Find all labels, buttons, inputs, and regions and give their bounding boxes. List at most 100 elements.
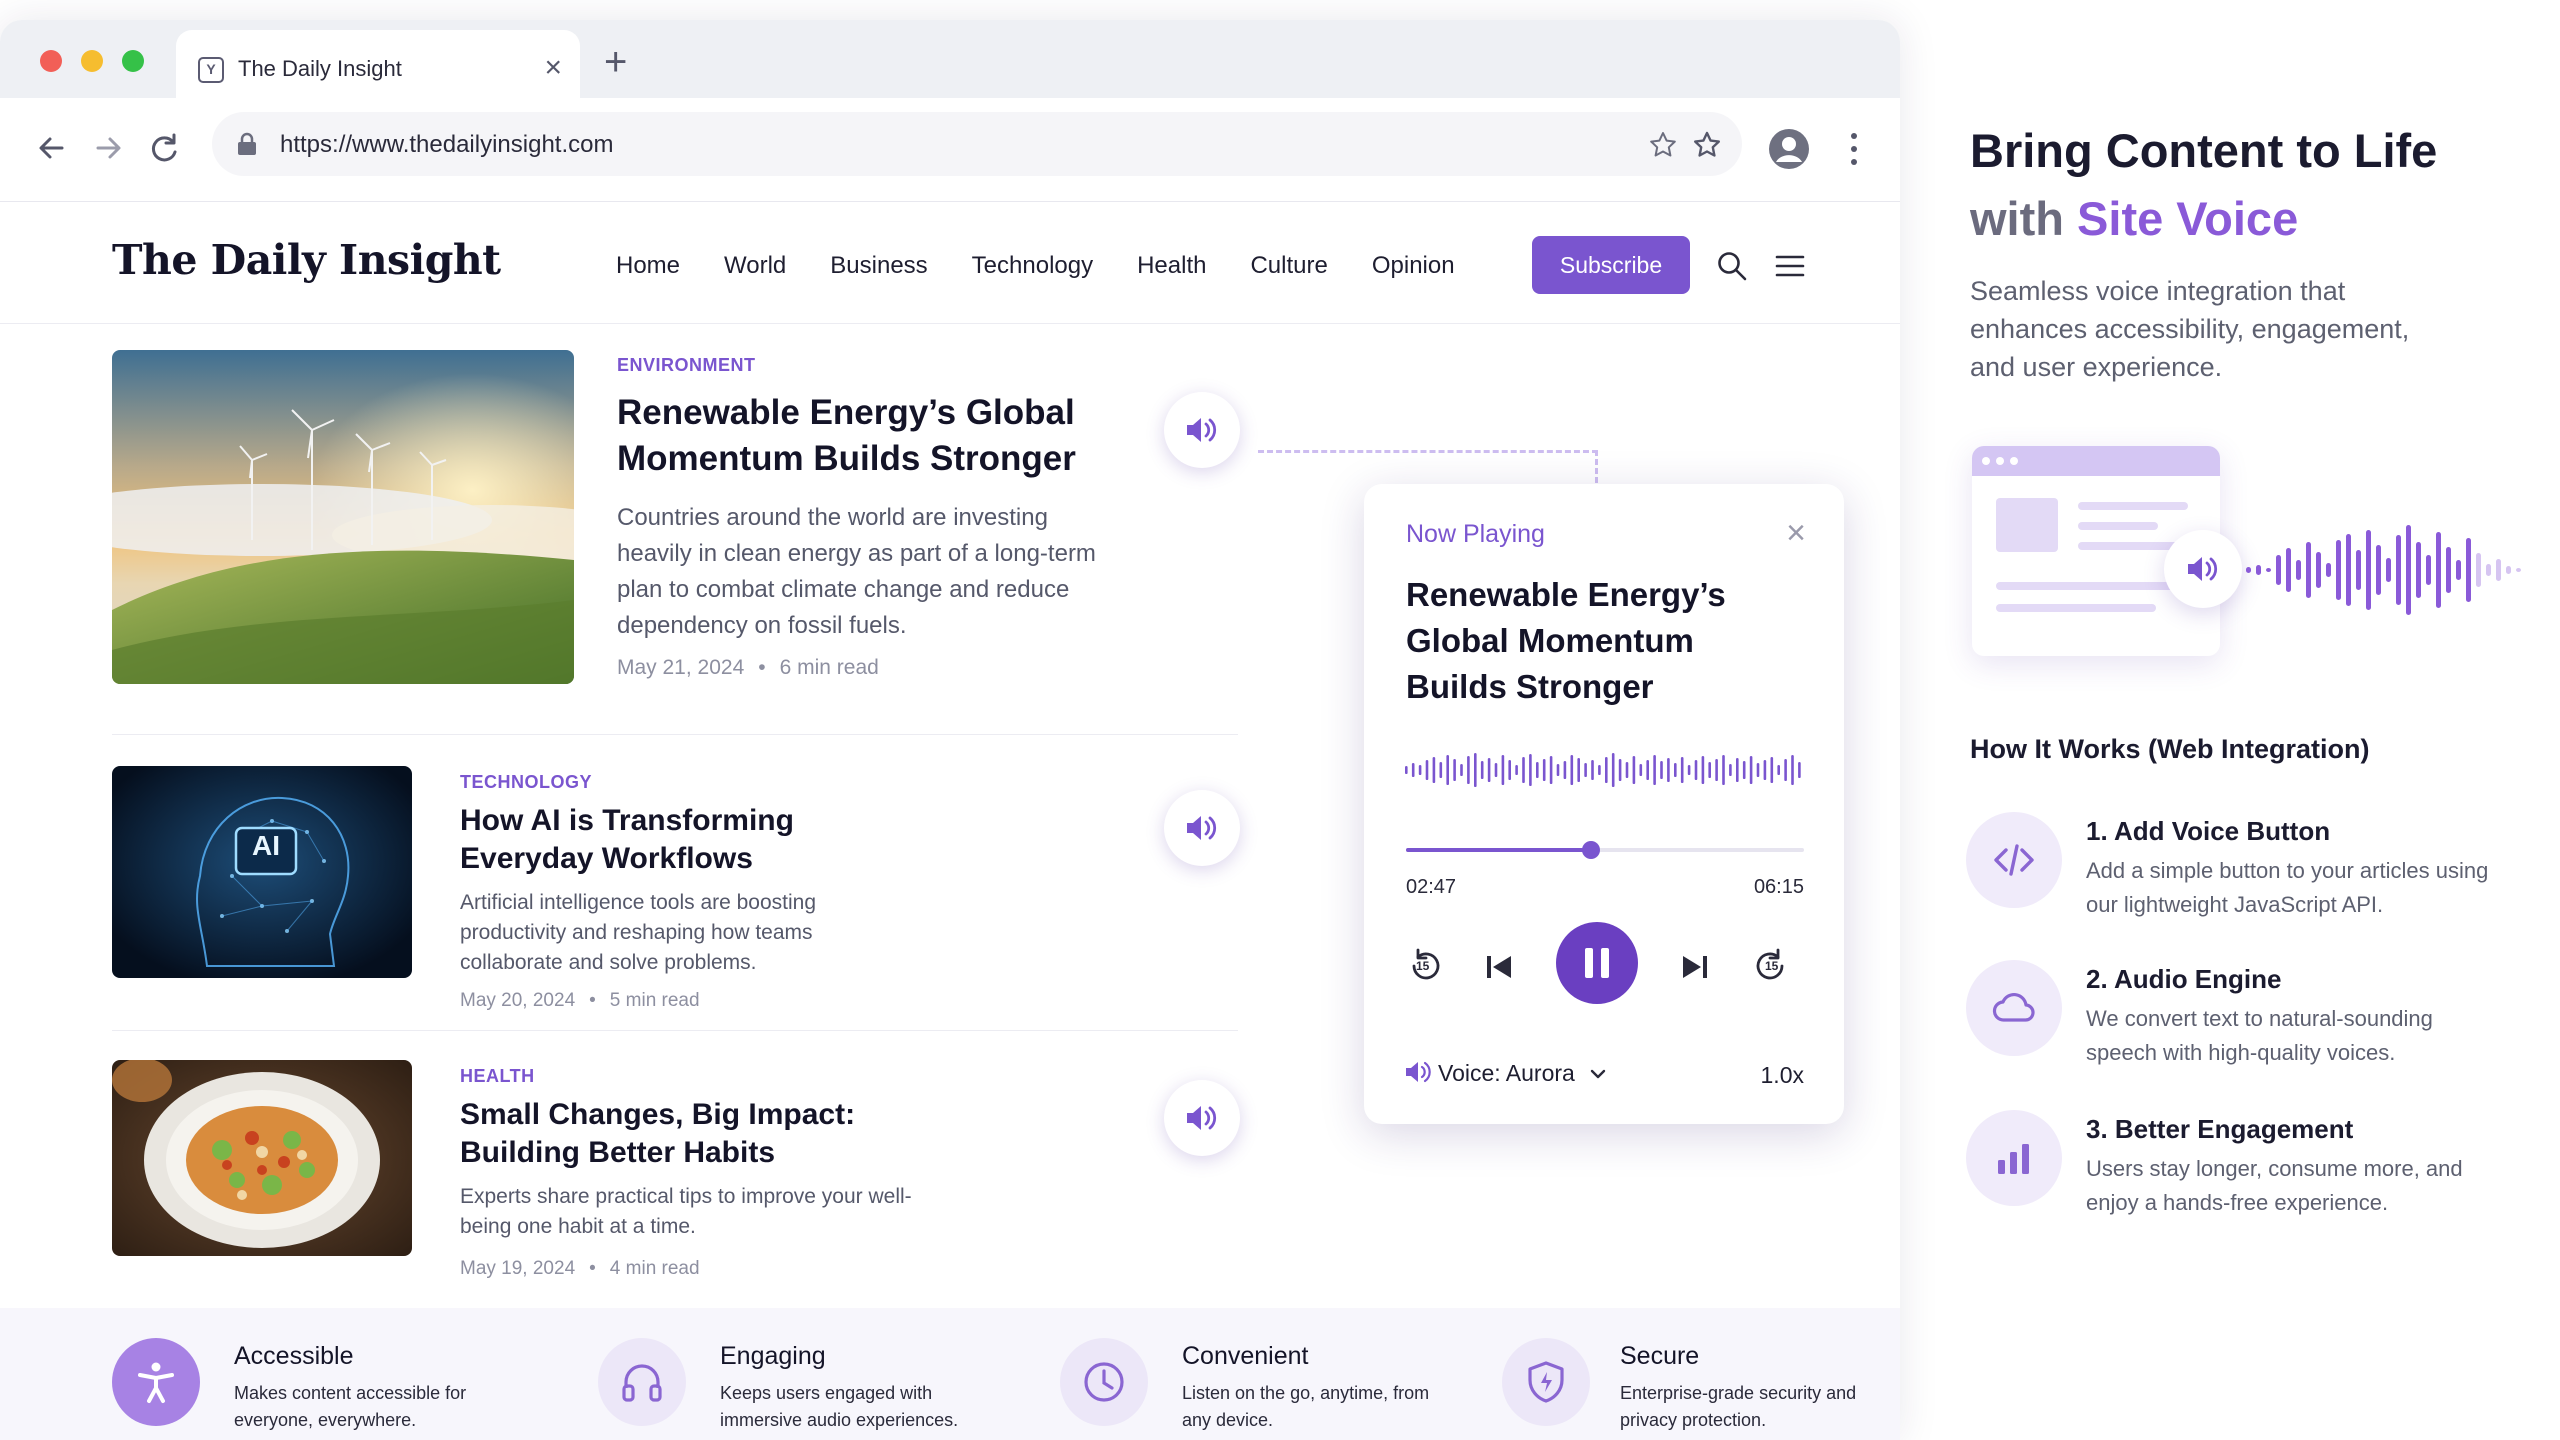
waveform-bar: [2246, 567, 2251, 573]
panel-heading-line2: with Site Voice: [1970, 190, 2298, 248]
waveform-bar: [1508, 760, 1511, 780]
nav-business[interactable]: Business: [830, 252, 927, 280]
progress-slider[interactable]: [1406, 841, 1804, 859]
lock-icon: [238, 132, 256, 155]
waveform-bar: [1501, 755, 1505, 785]
waveform-bar: [1425, 760, 1429, 780]
listen-button[interactable]: [1164, 790, 1240, 866]
nav-culture[interactable]: Culture: [1250, 252, 1327, 280]
article-title[interactable]: Renewable Energy’s Global Momentum Build…: [617, 390, 1137, 482]
search-icon[interactable]: [1716, 250, 1748, 282]
waveform-bar: [1418, 765, 1422, 775]
back-arrow-icon[interactable]: [32, 128, 72, 168]
nav-world[interactable]: World: [724, 252, 786, 280]
pause-button[interactable]: [1556, 922, 1638, 1004]
hamburger-menu-icon[interactable]: [1774, 250, 1806, 282]
waveform-bar: [1446, 755, 1449, 785]
nav-home[interactable]: Home: [616, 252, 680, 280]
accessibility-icon: [112, 1338, 200, 1426]
bookmark-star-icon[interactable]: [1692, 130, 1722, 160]
progress-handle[interactable]: [1582, 841, 1601, 859]
waveform-bar: [2326, 563, 2331, 577]
waveform-bar: [1680, 757, 1684, 783]
chevron-down-icon: [1591, 1069, 1606, 1079]
waveform-bar: [2446, 547, 2451, 593]
waveform-bar: [2256, 565, 2261, 575]
panel-heading: Bring Content to Life: [1970, 124, 2438, 177]
features-strip: Accessible Makes content accessible for …: [0, 1308, 1900, 1440]
article-read-time: 5 min read: [609, 990, 700, 1011]
address-bar[interactable]: https://www.thedailyinsight.com: [212, 112, 1742, 176]
article-title[interactable]: Small Changes, Big Impact: Building Bett…: [460, 1096, 980, 1172]
waveform-bar: [1494, 763, 1498, 777]
waveform-bar: [1542, 759, 1546, 781]
previous-track-icon[interactable]: [1484, 952, 1514, 982]
article-image-ai[interactable]: AI: [112, 766, 412, 978]
article-title[interactable]: How AI is Transforming Everyday Workflow…: [460, 802, 980, 878]
waveform-bar: [1798, 762, 1801, 778]
subscribe-button[interactable]: Subscribe: [1532, 236, 1690, 294]
shield-icon: [1502, 1338, 1590, 1426]
rewind-15-button[interactable]: 15: [1404, 944, 1448, 988]
current-time: 02:47: [1406, 876, 1457, 898]
new-tab-icon[interactable]: +: [604, 42, 627, 82]
waveform-bar: [2456, 560, 2461, 580]
feature-title: Accessible: [234, 1342, 354, 1370]
feature-title: Convenient: [1182, 1342, 1309, 1370]
waveform-bar: [2366, 530, 2371, 610]
step-title: 1. Add Voice Button: [2086, 816, 2331, 846]
waveform-bar: [1411, 763, 1415, 777]
waveform-bar: [1653, 755, 1656, 785]
salad-bowl-photo: [112, 1060, 412, 1256]
nav-technology[interactable]: Technology: [972, 252, 1093, 280]
waveform-bar: [1584, 763, 1587, 777]
tab-close-icon[interactable]: ×: [544, 50, 562, 86]
browser-menu-icon[interactable]: [1848, 130, 1860, 168]
article-category[interactable]: HEALTH: [460, 1066, 535, 1087]
waveform-bar: [2406, 525, 2411, 615]
waveform-bar: [1453, 759, 1456, 781]
voice-selector[interactable]: Voice: Aurora: [1404, 1060, 1607, 1087]
step-title: 2. Audio Engine: [2086, 964, 2282, 994]
playback-speed[interactable]: 1.0x: [1761, 1062, 1804, 1089]
waveform-bar: [1729, 764, 1732, 776]
step-title: 3. Better Engagement: [2086, 1114, 2354, 1144]
waveform-bar: [1667, 758, 1670, 782]
window-minimize-dot[interactable]: [81, 50, 103, 72]
tab-title: The Daily Insight: [238, 56, 402, 81]
how-it-works-title: How It Works (Web Integration): [1970, 734, 2370, 764]
nav-health[interactable]: Health: [1137, 252, 1206, 280]
waveform-bar: [2496, 559, 2501, 581]
profile-avatar-icon[interactable]: [1768, 128, 1810, 170]
article-date: May 21, 2024: [617, 656, 745, 679]
voice-name: Voice: Aurora: [1438, 1060, 1575, 1086]
article-image-wind-turbines[interactable]: [112, 350, 574, 684]
star-outline-icon[interactable]: [1648, 130, 1678, 160]
article-title-line: Renewable Energy’s Global: [617, 393, 1075, 432]
listen-button[interactable]: [1164, 1080, 1240, 1156]
waveform-bar: [1474, 753, 1477, 787]
forward-arrow-icon[interactable]: [88, 128, 128, 168]
waveform-bar: [1405, 766, 1408, 774]
waveform-bar: [1460, 764, 1463, 776]
illustration-waveform: [2246, 525, 2521, 615]
article-category[interactable]: TECHNOLOGY: [460, 772, 592, 793]
site-logo[interactable]: The Daily Insight: [112, 236, 501, 284]
nav-opinion[interactable]: Opinion: [1372, 252, 1455, 280]
window-close-dot[interactable]: [40, 50, 62, 72]
speaker-icon: [1187, 418, 1217, 442]
waveform-bar: [1570, 755, 1574, 785]
reload-icon[interactable]: [144, 128, 184, 168]
listen-button[interactable]: [1164, 392, 1240, 468]
window-maximize-dot[interactable]: [122, 50, 144, 72]
next-track-icon[interactable]: [1680, 952, 1710, 982]
article-meta: May 20, 2024 • 5 min read: [460, 990, 700, 1011]
speaker-icon: [1187, 816, 1217, 840]
forward-15-button[interactable]: 15: [1748, 944, 1792, 988]
article-image-salad[interactable]: [112, 1060, 412, 1256]
browser-tab-active[interactable]: Y The Daily Insight ×: [176, 30, 580, 98]
article-category[interactable]: ENVIRONMENT: [617, 355, 756, 376]
close-icon[interactable]: ×: [1786, 514, 1806, 553]
article-divider: [112, 1030, 1238, 1031]
waveform-bar: [2426, 555, 2431, 585]
